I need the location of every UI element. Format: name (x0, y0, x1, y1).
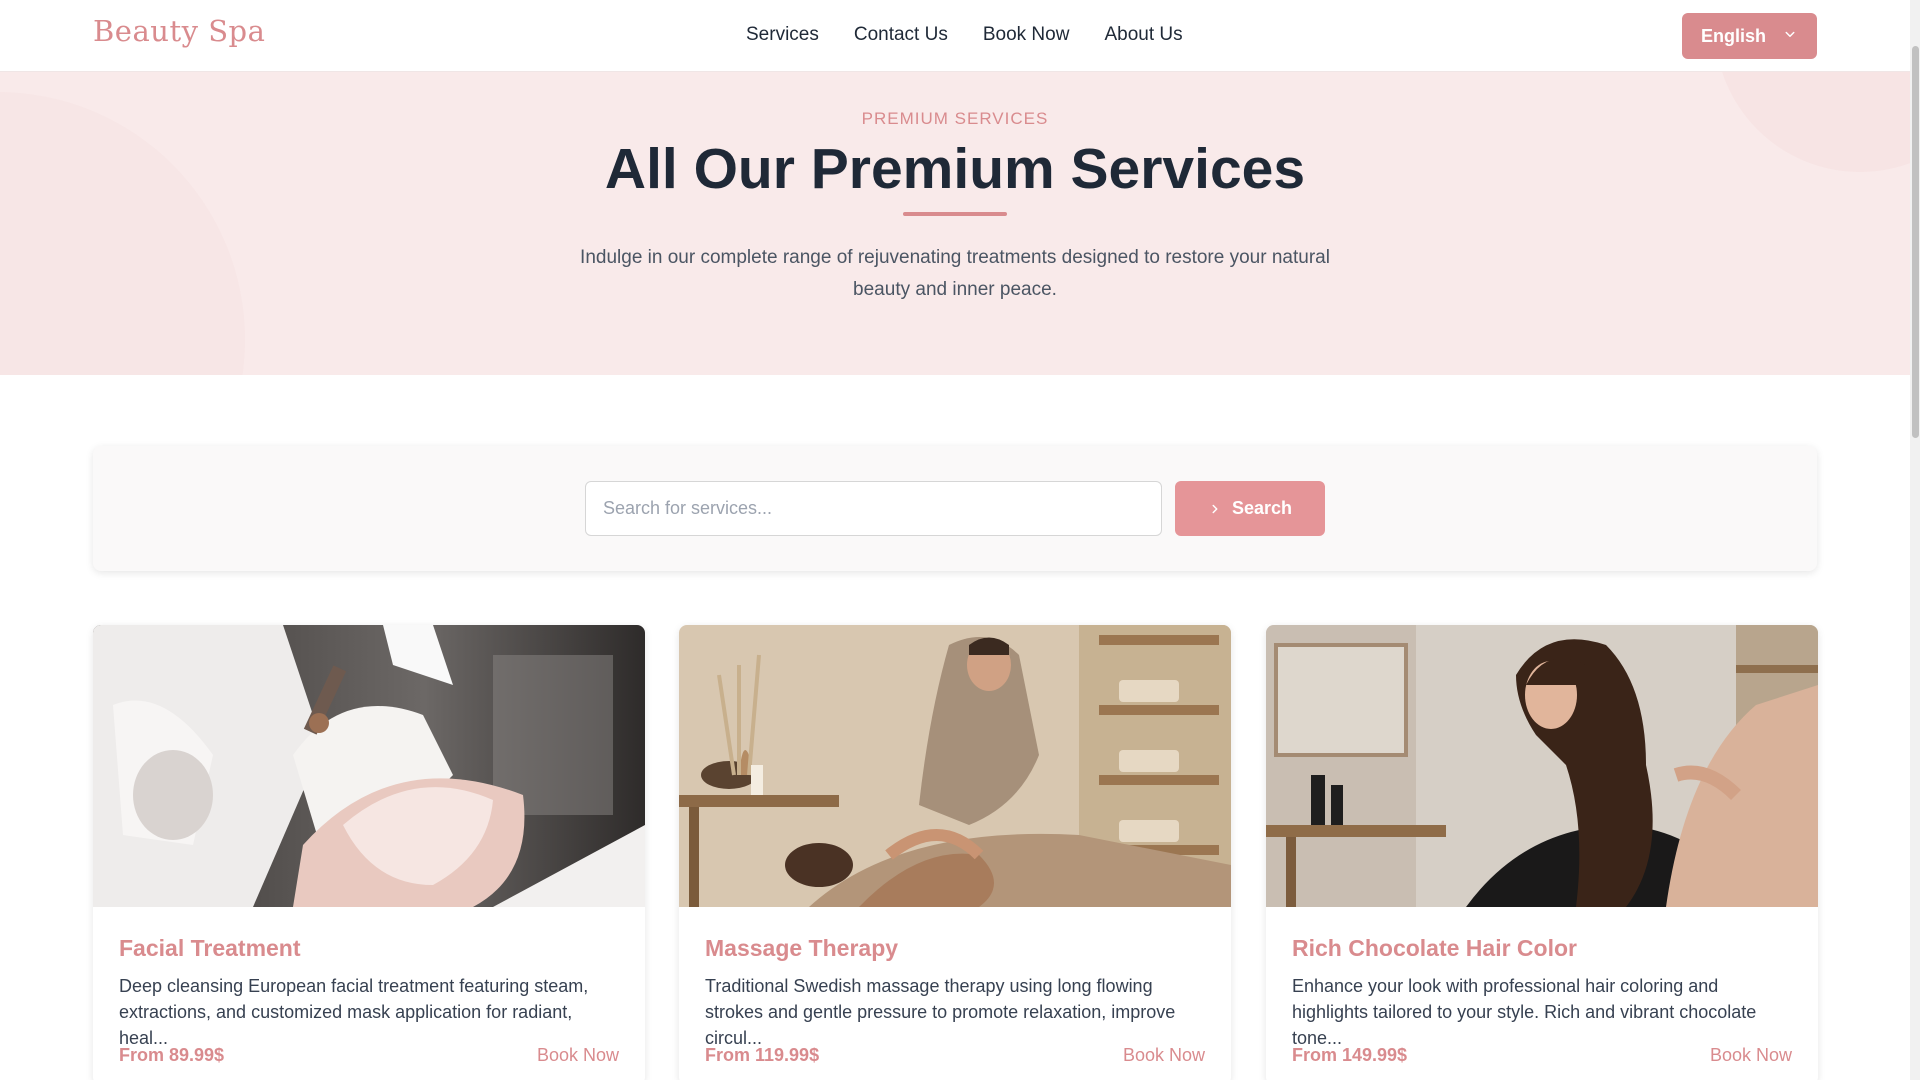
page-scrollbar-thumb[interactable] (1912, 46, 1919, 438)
card-description: Enhance your look with professional hair… (1292, 976, 1757, 1048)
search-button-label: Search (1231, 498, 1293, 518)
hero-eyebrow: PREMIUM SERVICES (861, 109, 1049, 128)
book-now-link[interactable]: Book Now (537, 1045, 619, 1066)
nav-link-book-now[interactable]: Book Now (983, 24, 1070, 46)
nav-link-services[interactable]: Services (746, 24, 819, 46)
card-price: From 119.99$ (705, 1045, 820, 1065)
language-selector[interactable]: English (1682, 13, 1817, 59)
card-price: From 149.99$ (1292, 1045, 1408, 1065)
page-title: All Our Premium Services (604, 137, 1306, 201)
hero-subtitle: Indulge in our complete range of rejuven… (580, 247, 1330, 300)
hair-color-image[interactable] (1266, 625, 1818, 907)
book-now-link[interactable]: Book Now (1123, 1045, 1205, 1066)
service-card-massage[interactable]: Massage Therapy Traditional Swedish mass… (679, 625, 1231, 1080)
card-price: From 89.99$ (119, 1045, 225, 1065)
card-title: Massage Therapy (705, 935, 899, 961)
chevron-down-icon (1785, 31, 1795, 37)
search-panel: Search (93, 446, 1817, 571)
chevron-right-icon (1212, 504, 1218, 513)
card-title: Rich Chocolate Hair Color (1292, 935, 1577, 961)
brand-logo[interactable]: Beauty Spa (93, 14, 265, 48)
nav-link-about-us[interactable]: About Us (1104, 24, 1182, 46)
title-underline (903, 212, 1007, 216)
facial-treatment-image[interactable] (93, 625, 645, 907)
language-label: English (1701, 25, 1767, 46)
hero-section: PREMIUM SERVICES All Our Premium Service… (0, 72, 1910, 375)
service-card-facial[interactable]: Facial Treatment Deep cleansing European… (93, 625, 645, 1080)
card-title: Facial Treatment (119, 935, 301, 961)
book-now-link[interactable]: Book Now (1710, 1045, 1792, 1066)
decorative-circle-left (0, 92, 245, 375)
service-card-hair-color[interactable]: Rich Chocolate Hair Color Enhance your l… (1266, 625, 1818, 1080)
massage-therapy-image[interactable] (679, 625, 1231, 907)
search-input[interactable] (585, 481, 1162, 536)
nav-link-contact-us[interactable]: Contact Us (854, 24, 948, 46)
main-nav: Services Contact Us Book Now About Us (746, 24, 1183, 46)
search-button[interactable]: Search (1175, 481, 1325, 536)
card-description: Traditional Swedish massage therapy usin… (705, 976, 1176, 1048)
top-navbar: Beauty Spa Services Contact Us Book Now … (0, 0, 1910, 72)
card-description: Deep cleansing European facial treatment… (119, 976, 589, 1048)
